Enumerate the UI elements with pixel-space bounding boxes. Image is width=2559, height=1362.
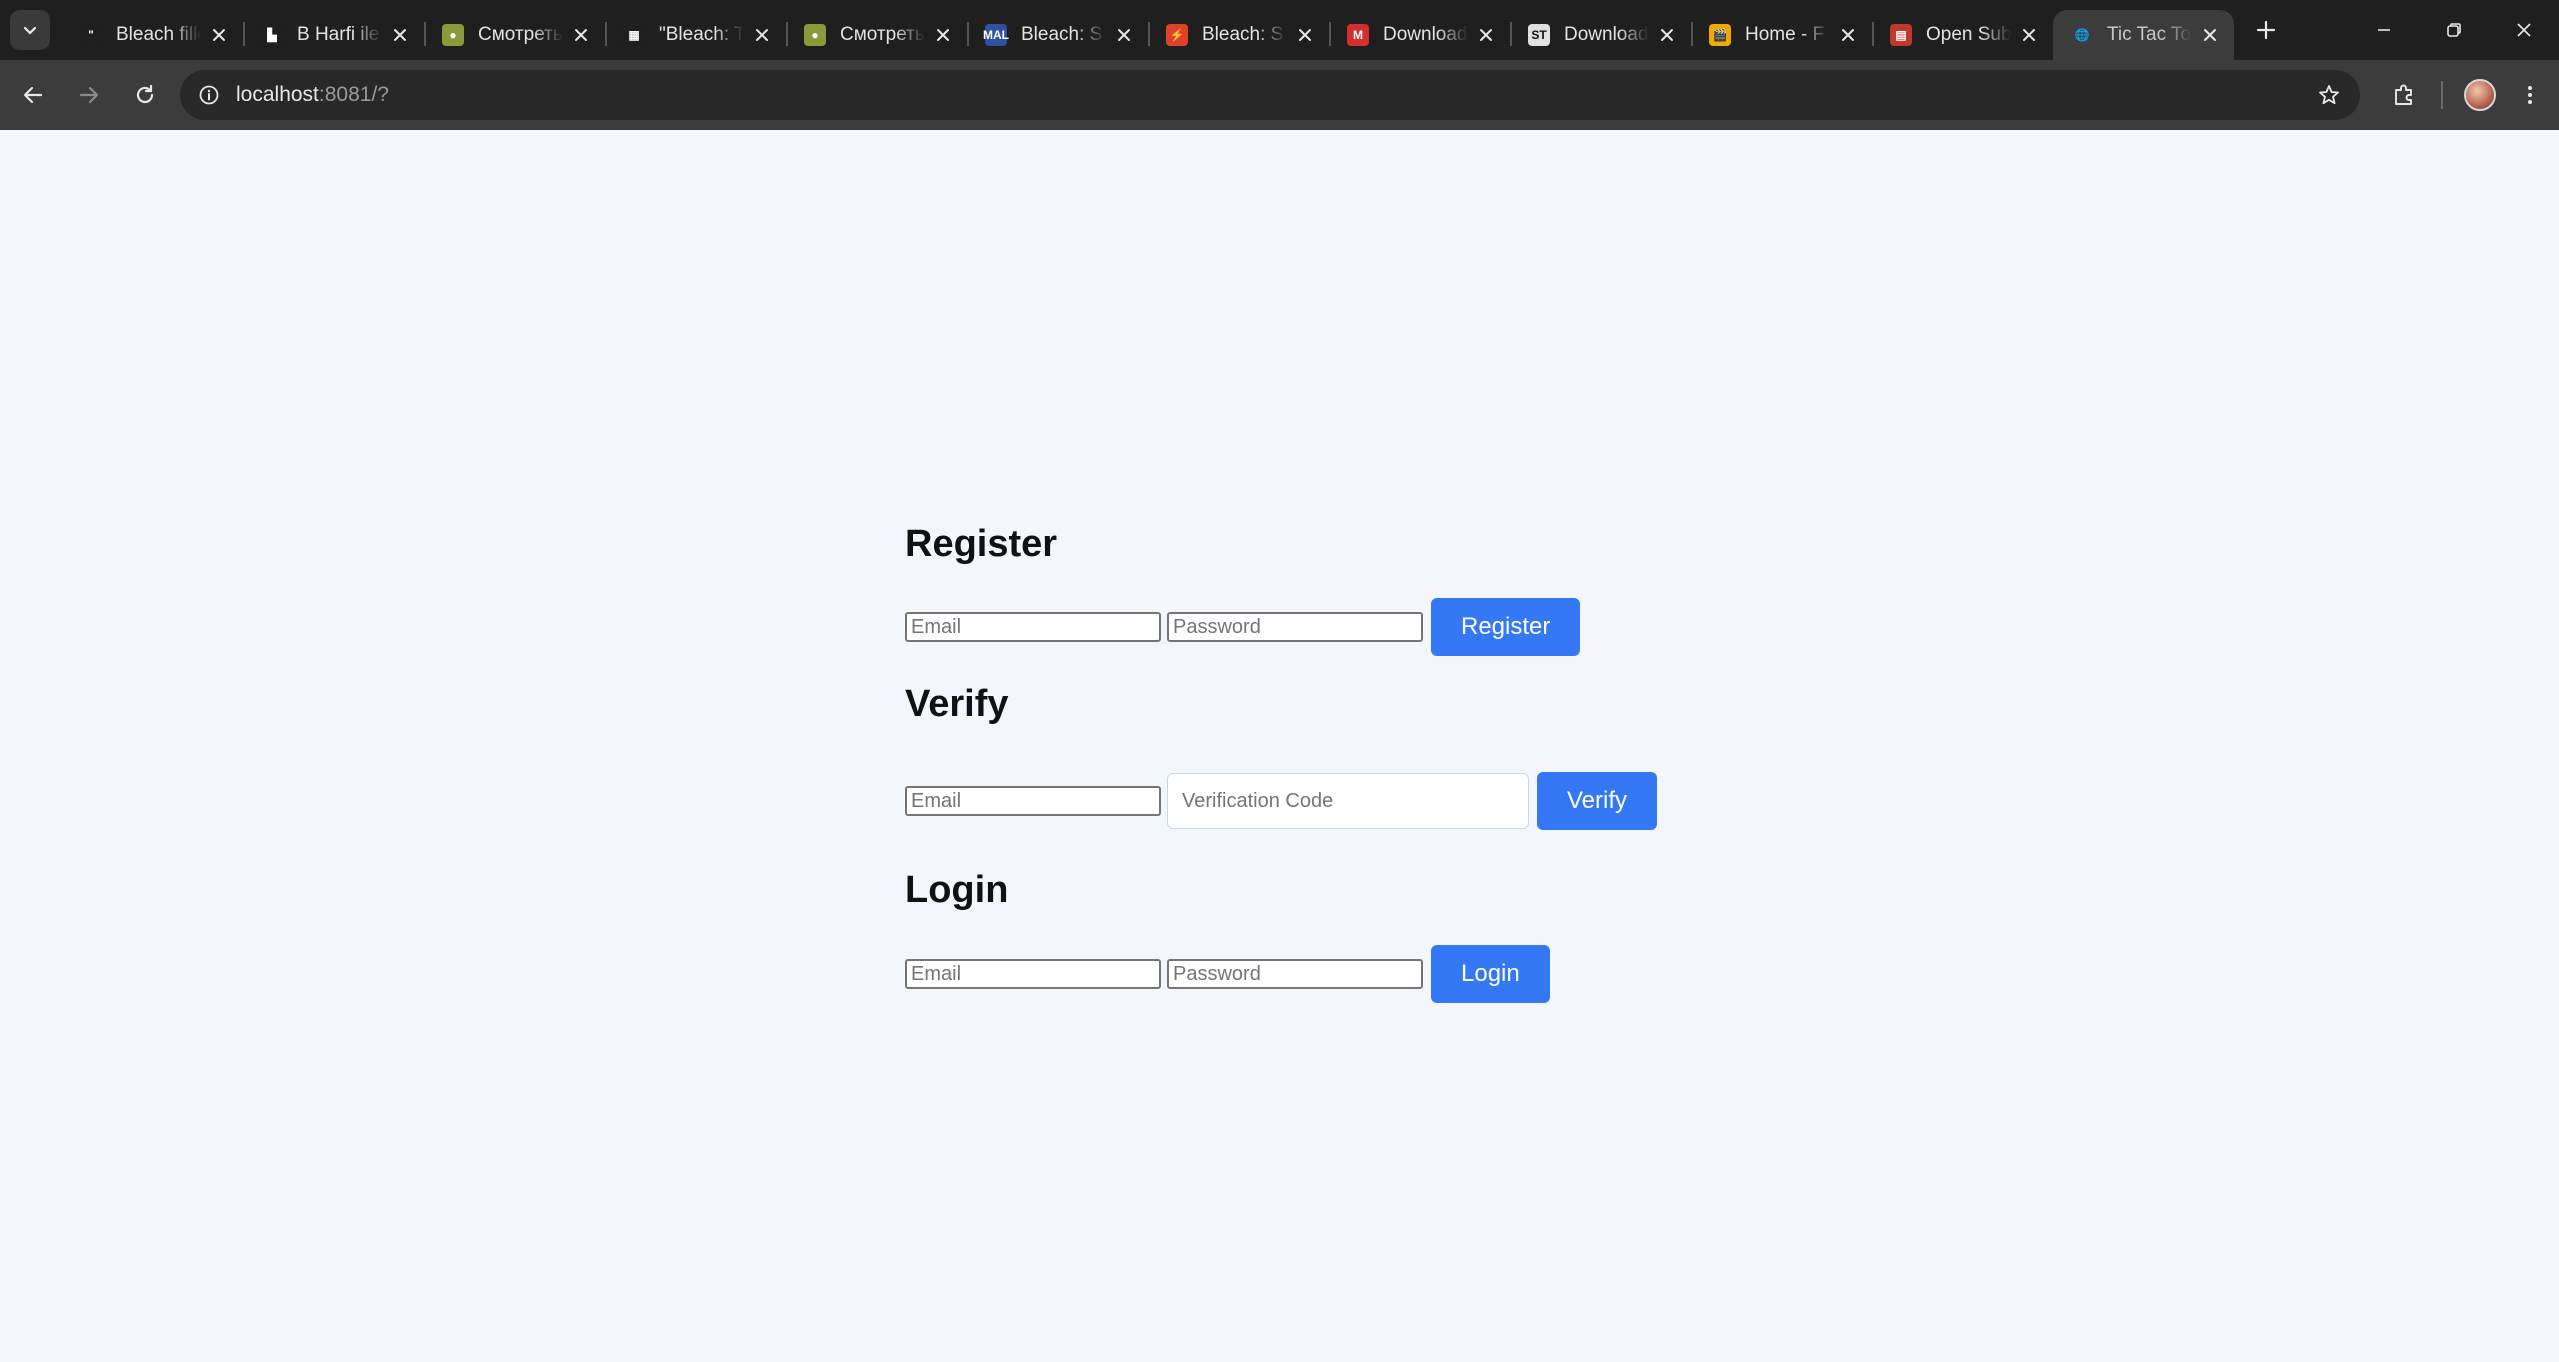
back-button[interactable] (8, 70, 58, 120)
browser-tab[interactable]: ● Смотреть (786, 10, 967, 60)
tab-close-icon[interactable] (931, 23, 955, 47)
verify-email-input[interactable] (905, 786, 1161, 816)
window-controls (2349, 0, 2559, 60)
register-email-input[interactable] (905, 612, 1161, 642)
tab-close-icon[interactable] (2198, 23, 2222, 47)
new-tab-button[interactable] (2246, 10, 2286, 50)
tab-close-icon[interactable] (750, 23, 774, 47)
tab-close-icon[interactable] (1836, 23, 1860, 47)
clapper-favicon-icon: 🎬 (1709, 24, 1731, 46)
opensub-favicon-icon: ▤ (1890, 24, 1912, 46)
tab-title: Bleach: S (1021, 24, 1103, 45)
tab-close-icon[interactable] (207, 23, 231, 47)
tab-title: "Bleach: T (659, 24, 744, 45)
tab-title: Home - F (1745, 24, 1825, 45)
reload-button[interactable] (120, 70, 170, 120)
tab-close-icon[interactable] (1293, 23, 1317, 47)
reload-icon (136, 84, 154, 104)
url-host: localhost (236, 83, 319, 106)
arrow-left-icon (23, 86, 43, 104)
tab-close-icon[interactable] (1655, 23, 1679, 47)
login-email-input[interactable] (905, 959, 1161, 989)
site-info-icon[interactable] (194, 80, 224, 110)
minimize-button[interactable] (2349, 0, 2419, 60)
register-form: Register (905, 598, 1581, 656)
tab-close-icon[interactable] (388, 23, 412, 47)
red-circle-favicon-icon: ⚡ (1166, 24, 1188, 46)
grid-favicon-icon: ▦ (623, 24, 645, 46)
login-button[interactable]: Login (1431, 945, 1550, 1003)
login-heading: Login (905, 869, 1009, 911)
avatar (2464, 79, 2496, 111)
puzzle-icon (2395, 84, 2412, 105)
m-favicon-icon: M (1347, 24, 1369, 46)
browser-tab[interactable]: ⚡ Bleach: S (1148, 10, 1329, 60)
tab-title: Смотреть (478, 24, 563, 45)
tab-title: Download (1383, 24, 1468, 45)
close-window-button[interactable] (2489, 0, 2559, 60)
url-text[interactable]: localhost:8081/? (236, 83, 389, 107)
browser-tab[interactable]: 🌐 Tic Tac To (2053, 10, 2234, 60)
browser-tab[interactable]: ▙ B Harfi ile (243, 10, 424, 60)
extensions-button[interactable] (2379, 70, 2429, 120)
bleach-favicon-icon: " (80, 24, 102, 46)
restore-button[interactable] (2419, 0, 2489, 60)
tab-title: Open Sub (1926, 24, 2011, 45)
browser-tab[interactable]: ST Download (1510, 10, 1691, 60)
minimize-icon (2378, 29, 2390, 31)
browser-toolbar: localhost:8081/? (0, 60, 2559, 130)
browser-tab[interactable]: M Download (1329, 10, 1510, 60)
register-button[interactable]: Register (1431, 598, 1581, 656)
tab-title: B Harfi ile (297, 24, 380, 45)
browser-tab[interactable]: ● Смотреть (424, 10, 605, 60)
address-bar[interactable]: localhost:8081/? (180, 70, 2360, 120)
register-password-input[interactable] (1167, 612, 1423, 642)
menu-button[interactable] (2505, 70, 2555, 120)
forward-button[interactable] (64, 70, 114, 120)
chevron-down-icon (23, 26, 37, 35)
page-content: Register Register Verify Verify Login Lo… (0, 130, 2559, 1362)
tab-title: Bleach: S (1202, 24, 1284, 45)
tab-list: " Bleach filler ▙ B Harfi ile ● Смотреть ▦ "Ble… (62, 0, 2234, 60)
globe-favicon-icon: 🌐 (2071, 24, 2093, 46)
profile-button[interactable] (2455, 70, 2505, 120)
bookmark-star-icon[interactable] (2314, 80, 2344, 110)
browser-tab[interactable]: " Bleach filler (62, 10, 243, 60)
tab-search-button[interactable] (10, 10, 50, 50)
tab-title: Смотреть (840, 24, 925, 45)
mal-favicon-icon: MAL (983, 24, 1009, 46)
toolbar-right-actions (2379, 60, 2559, 130)
tab-title: Tic Tac To (2107, 24, 2192, 45)
verify-form: Verify (905, 772, 1658, 830)
verify-heading: Verify (905, 683, 1009, 725)
castle-favicon-icon: ▙ (261, 24, 283, 46)
browser-tab[interactable]: 🎬 Home - F (1691, 10, 1872, 60)
login-form: Login (905, 945, 1550, 1003)
login-password-input[interactable] (1167, 959, 1423, 989)
tab-close-icon[interactable] (2017, 23, 2041, 47)
verify-button[interactable]: Verify (1537, 772, 1658, 830)
tab-close-icon[interactable] (1474, 23, 1498, 47)
url-port-path: :8081/? (318, 83, 389, 106)
close-icon (2517, 23, 2531, 37)
tab-title: Download (1564, 24, 1649, 45)
plus-icon (2256, 20, 2276, 40)
anime-favicon-icon: ● (804, 24, 826, 46)
browser-tab[interactable]: MAL Bleach: S (967, 10, 1148, 60)
toolbar-separator (2441, 81, 2443, 109)
browser-tab[interactable]: ▤ Open Sub (1872, 10, 2053, 60)
verification-code-input[interactable] (1167, 773, 1529, 829)
tab-close-icon[interactable] (569, 23, 593, 47)
arrow-right-icon (79, 86, 99, 104)
tab-strip: " Bleach filler ▙ B Harfi ile ● Смотреть ▦ "Ble… (0, 0, 2559, 60)
kebab-menu-icon (2528, 86, 2532, 104)
tab-title: Bleach filler (116, 24, 201, 45)
st-favicon-icon: ST (1528, 24, 1550, 46)
tab-close-icon[interactable] (1112, 23, 1136, 47)
restore-icon (2447, 23, 2461, 37)
anime-favicon-icon: ● (442, 24, 464, 46)
register-heading: Register (905, 523, 1058, 565)
browser-tab[interactable]: ▦ "Bleach: T (605, 10, 786, 60)
